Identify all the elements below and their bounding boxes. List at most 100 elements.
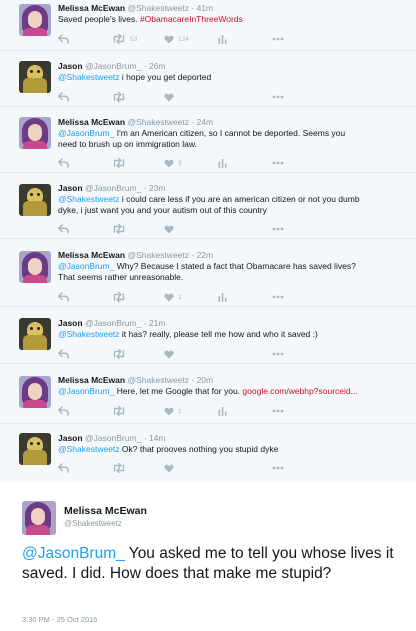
tweet-header: Melissa McEwan @Shakestweetz · 20m <box>58 375 213 386</box>
retweet-icon <box>112 224 126 234</box>
more-button[interactable] <box>272 223 284 235</box>
mention-link[interactable]: @JasonBrum_ <box>58 261 114 271</box>
retweet-button[interactable] <box>112 348 126 360</box>
tweet[interactable]: Jason @JasonBrum_ · 21m @Shakestweetz it… <box>0 307 416 364</box>
timestamp[interactable]: · 14m <box>144 433 166 443</box>
avatar[interactable] <box>19 433 51 465</box>
timestamp[interactable]: · 41m <box>191 3 213 13</box>
heart-icon <box>164 35 174 44</box>
retweet-button[interactable] <box>112 223 126 235</box>
tweet-text: @Shakestweetz i could care less if you a… <box>58 194 408 216</box>
retweet-button[interactable] <box>112 91 126 103</box>
retweet-button[interactable] <box>112 157 126 169</box>
more-button[interactable] <box>272 157 284 169</box>
like-button[interactable] <box>164 91 174 103</box>
reply-button[interactable] <box>58 291 69 303</box>
more-icon <box>272 95 284 99</box>
reply-button[interactable] <box>58 91 69 103</box>
like-button[interactable]: 124 <box>164 33 189 45</box>
author-name[interactable]: Jason <box>58 61 83 71</box>
author-name[interactable]: Melissa McEwan <box>64 505 147 517</box>
tweet-text-content: I'm an American citizen, so I cannot be … <box>114 128 346 138</box>
reply-button[interactable] <box>58 33 69 45</box>
reply-button[interactable] <box>58 223 69 235</box>
tweet[interactable]: Melissa McEwan @Shakestweetz · 20m @Jaso… <box>0 364 416 424</box>
mention-link[interactable]: @Shakestweetz <box>58 329 120 339</box>
author-handle[interactable]: @JasonBrum_ <box>85 433 141 443</box>
avatar[interactable] <box>19 117 51 149</box>
retweet-button[interactable] <box>112 291 126 303</box>
url-link[interactable]: google.com/webhp?sourceid... <box>242 386 357 396</box>
author-handle[interactable]: @Shakestweetz <box>64 519 122 528</box>
author-name[interactable]: Melissa McEwan <box>58 117 125 127</box>
author-name[interactable]: Melissa McEwan <box>58 3 125 13</box>
retweet-button[interactable] <box>112 405 126 417</box>
author-handle[interactable]: @JasonBrum_ <box>85 61 141 71</box>
mention-link[interactable]: @Shakestweetz <box>58 194 120 204</box>
hashtag-link[interactable]: #ObamacareInThreeWords <box>140 14 243 24</box>
retweet-button[interactable] <box>112 462 126 474</box>
timestamp[interactable]: · 26m <box>144 61 166 71</box>
like-button[interactable]: 1 <box>164 291 182 303</box>
more-button[interactable] <box>272 91 284 103</box>
mention-link[interactable]: @JasonBrum_ <box>58 386 114 396</box>
timestamp[interactable]: · 22m <box>191 250 213 260</box>
retweet-button[interactable]: 53 <box>112 33 137 45</box>
author-handle[interactable]: @JasonBrum_ <box>85 318 141 328</box>
like-button[interactable] <box>164 223 174 235</box>
more-button[interactable] <box>272 291 284 303</box>
tweet[interactable]: Jason @JasonBrum_ · 23m @Shakestweetz i … <box>0 173 416 239</box>
like-button[interactable]: 3 <box>164 157 182 169</box>
timestamp[interactable]: 3:30 PM - 25 Oct 2016 <box>22 615 97 624</box>
author-handle[interactable]: @Shakestweetz <box>127 375 189 385</box>
avatar[interactable] <box>19 184 51 216</box>
avatar[interactable] <box>19 376 51 408</box>
reply-button[interactable] <box>58 157 69 169</box>
featured-tweet: Melissa McEwan @Shakestweetz @JasonBrum_… <box>0 482 416 631</box>
author-handle[interactable]: @JasonBrum_ <box>85 183 141 193</box>
mention-link[interactable]: @JasonBrum_ <box>22 545 125 562</box>
mention-link[interactable]: @Shakestweetz <box>58 444 120 454</box>
tweet[interactable]: Jason @JasonBrum_ · 14m @Shakestweetz Ok… <box>0 424 416 482</box>
author-name[interactable]: Jason <box>58 433 83 443</box>
tweet[interactable]: Melissa McEwan @Shakestweetz · 24m @Jaso… <box>0 107 416 173</box>
analytics-button[interactable] <box>218 291 227 303</box>
avatar[interactable] <box>22 501 56 535</box>
tweet[interactable]: Melissa McEwan @Shakestweetz · 41m Saved… <box>0 0 416 51</box>
author-name[interactable]: Melissa McEwan <box>58 250 125 260</box>
reply-button[interactable] <box>58 348 69 360</box>
reply-button[interactable] <box>58 462 69 474</box>
analytics-icon <box>218 406 227 416</box>
author-name[interactable]: Jason <box>58 183 83 193</box>
timestamp[interactable]: · 20m <box>191 375 213 385</box>
mention-link[interactable]: @Shakestweetz <box>58 72 120 82</box>
like-button[interactable]: 1 <box>164 405 182 417</box>
tweet[interactable]: Jason @JasonBrum_ · 26m @Shakestweetz i … <box>0 51 416 107</box>
avatar[interactable] <box>19 251 51 283</box>
like-button[interactable] <box>164 348 174 360</box>
author-handle[interactable]: @Shakestweetz <box>127 3 189 13</box>
tweet[interactable]: Melissa McEwan @Shakestweetz · 22m @Jaso… <box>0 239 416 307</box>
analytics-button[interactable] <box>218 405 227 417</box>
more-button[interactable] <box>272 462 284 474</box>
timestamp[interactable]: · 23m <box>144 183 166 193</box>
reply-button[interactable] <box>58 405 69 417</box>
avatar[interactable] <box>19 318 51 350</box>
more-button[interactable] <box>272 405 284 417</box>
more-button[interactable] <box>272 348 284 360</box>
author-name[interactable]: Jason <box>58 318 83 328</box>
avatar[interactable] <box>19 61 51 93</box>
analytics-button[interactable] <box>218 33 227 45</box>
analytics-button[interactable] <box>218 157 227 169</box>
more-button[interactable] <box>272 33 284 45</box>
timestamp[interactable]: · 21m <box>144 318 166 328</box>
author-handle[interactable]: @Shakestweetz <box>127 117 189 127</box>
author-name[interactable]: Melissa McEwan <box>58 375 125 385</box>
reply-icon <box>58 463 69 473</box>
like-button[interactable] <box>164 462 174 474</box>
tweet-actions: 1 <box>58 405 298 417</box>
mention-link[interactable]: @JasonBrum_ <box>58 128 114 138</box>
author-handle[interactable]: @Shakestweetz <box>127 250 189 260</box>
avatar[interactable] <box>19 4 51 36</box>
timestamp[interactable]: · 24m <box>191 117 213 127</box>
